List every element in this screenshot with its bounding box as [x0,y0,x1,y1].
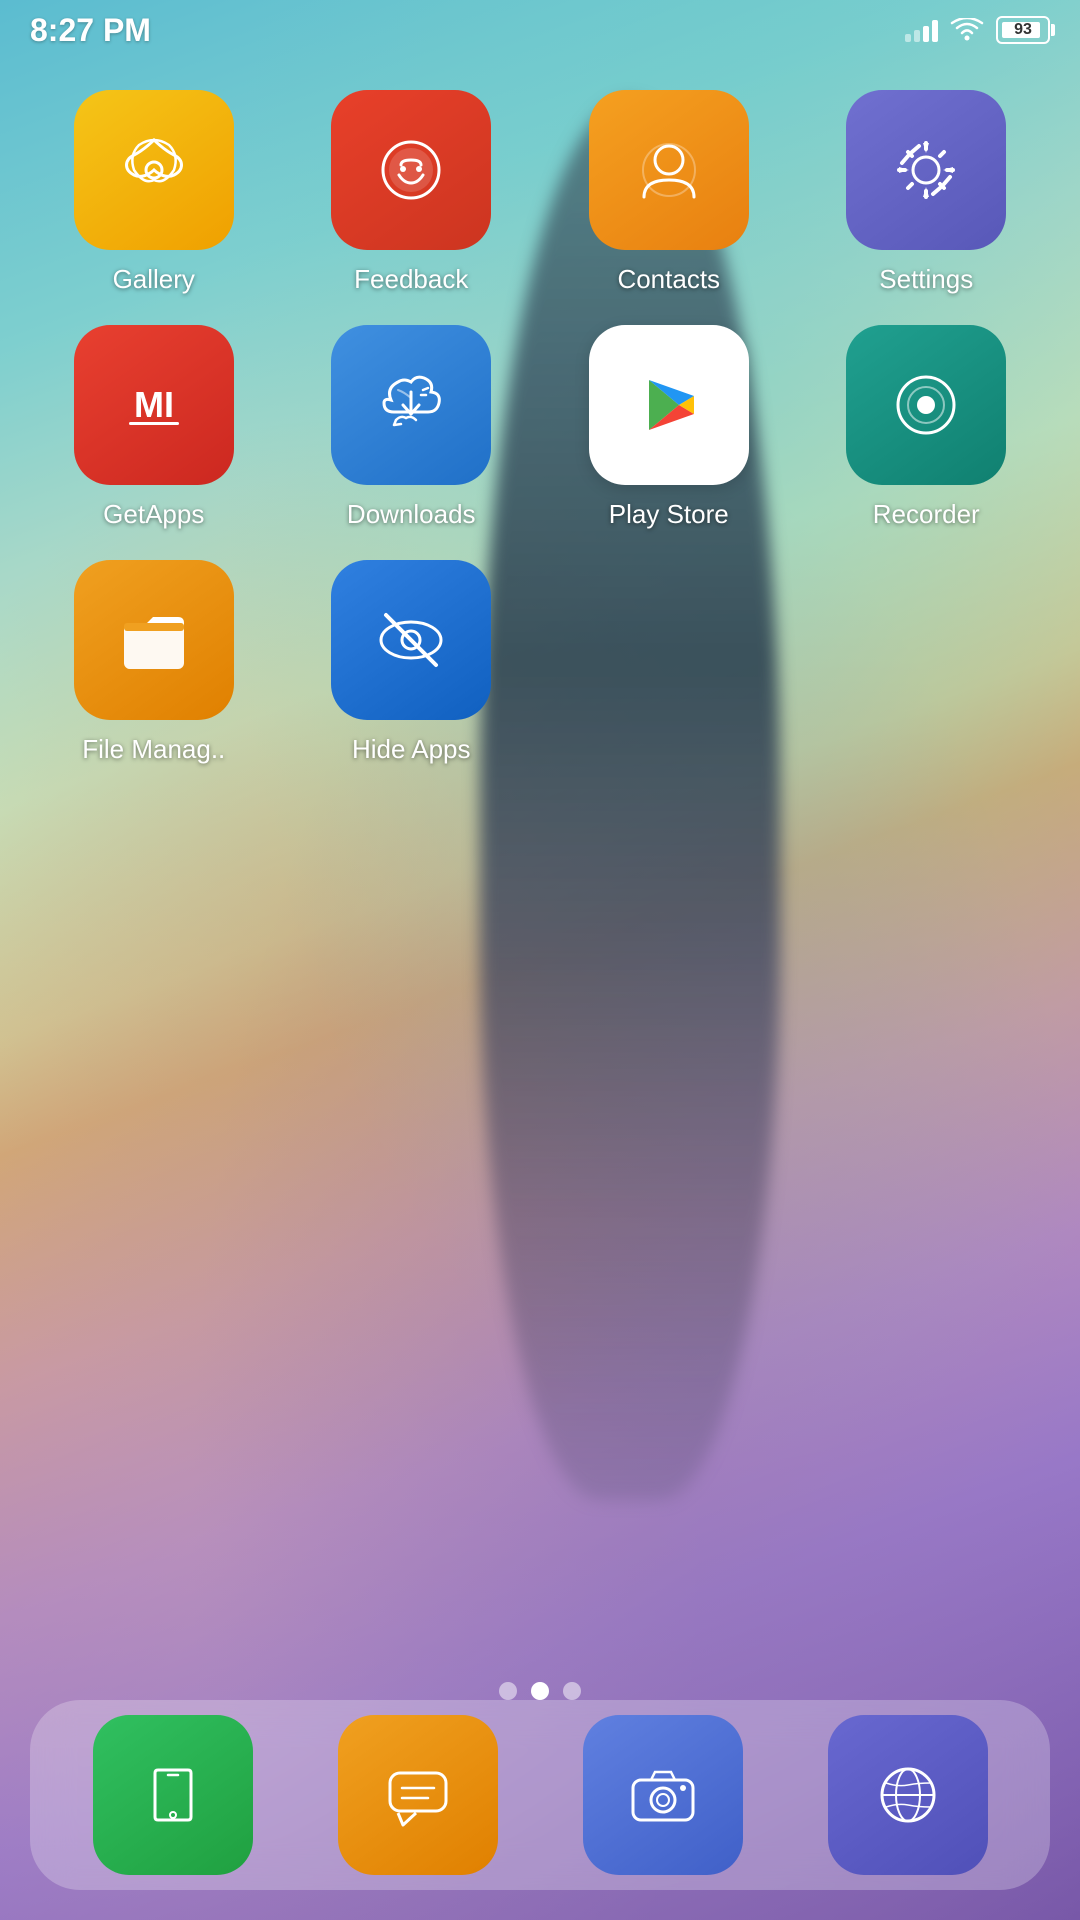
page-dot-1[interactable] [499,1682,517,1700]
downloads-icon [331,325,491,485]
dock-messages[interactable] [338,1715,498,1875]
page-dot-3[interactable] [563,1682,581,1700]
status-time: 8:27 PM [30,12,151,49]
battery-text: 93 [1014,21,1032,39]
gallery-label: Gallery [113,264,195,295]
feedback-icon [331,90,491,250]
app-item-getapps[interactable]: MI GetApps [30,325,278,530]
wifi-icon [950,18,984,42]
app-item-recorder[interactable]: Recorder [803,325,1051,530]
app-grid: Gallery Feedback Contacts [0,70,1080,786]
contacts-label: Contacts [617,264,720,295]
app-item-hideapps[interactable]: Hide Apps [288,560,536,765]
svg-text:MI: MI [134,384,174,425]
page-dots [0,1682,1080,1700]
filemanager-label: File Manag.. [82,734,225,765]
gallery-icon [74,90,234,250]
status-icons: 93 [905,16,1050,44]
app-item-downloads[interactable]: Downloads [288,325,536,530]
app-item-filemanager[interactable]: File Manag.. [30,560,278,765]
getapps-icon: MI [74,325,234,485]
signal-bar-1 [905,34,911,42]
recorder-icon [846,325,1006,485]
playstore-icon [589,325,749,485]
signal-bar-3 [923,26,929,42]
filemanager-icon [74,560,234,720]
getapps-label: GetApps [103,499,204,530]
app-item-settings[interactable]: Settings [803,90,1051,295]
dock-browser[interactable] [828,1715,988,1875]
contacts-icon [589,90,749,250]
app-item-gallery[interactable]: Gallery [30,90,278,295]
app-item-playstore[interactable]: Play Store [545,325,793,530]
recorder-label: Recorder [873,499,980,530]
dock-phone[interactable] [93,1715,253,1875]
page-dot-2[interactable] [531,1682,549,1700]
feedback-label: Feedback [354,264,468,295]
settings-label: Settings [879,264,973,295]
status-bar: 8:27 PM 93 [0,0,1080,60]
signal-bar-4 [932,20,938,42]
battery-indicator: 93 [996,16,1050,44]
settings-icon [846,90,1006,250]
signal-bar-2 [914,30,920,42]
downloads-label: Downloads [347,499,476,530]
dock-camera[interactable] [583,1715,743,1875]
playstore-label: Play Store [609,499,729,530]
hideapps-icon [331,560,491,720]
dock [30,1700,1050,1890]
signal-bars-icon [905,18,938,42]
app-item-contacts[interactable]: Contacts [545,90,793,295]
app-item-feedback[interactable]: Feedback [288,90,536,295]
hideapps-label: Hide Apps [352,734,471,765]
